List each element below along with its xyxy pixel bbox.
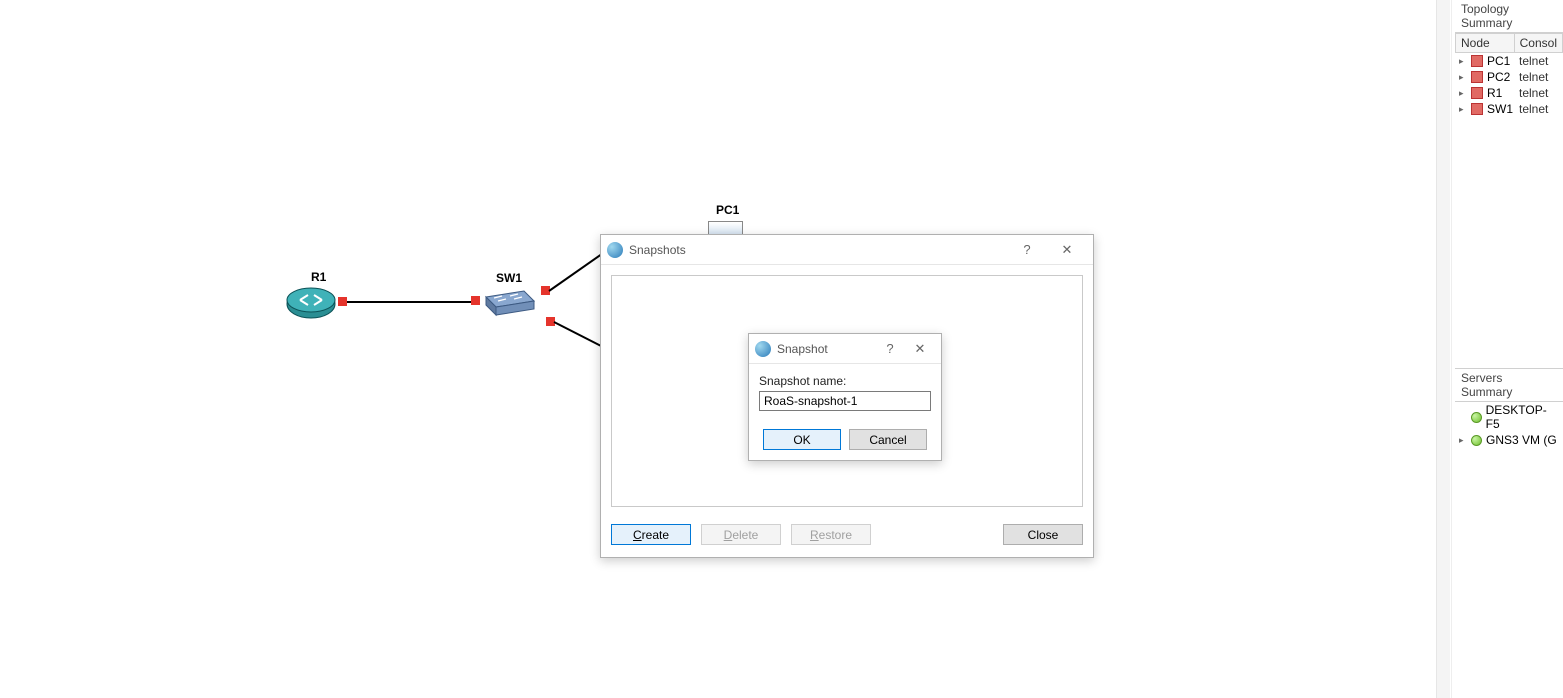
ok-button[interactable]: OK (763, 429, 841, 450)
status-stopped-icon (1471, 55, 1483, 67)
status-stopped-icon (1471, 103, 1483, 115)
expand-icon[interactable]: ▸ (1459, 88, 1467, 99)
close-button[interactable]: Close (1003, 524, 1083, 545)
topology-row[interactable]: ▸ R1 telnet (1455, 85, 1563, 101)
server-row[interactable]: ▸ DESKTOP-F5 (1455, 402, 1563, 432)
topology-row[interactable]: ▸ PC2 telnet (1455, 69, 1563, 85)
port-indicator (471, 296, 480, 305)
cancel-button[interactable]: Cancel (849, 429, 927, 450)
servers-summary-title: Servers Summary (1455, 368, 1563, 402)
link-sw1-pc1[interactable] (548, 253, 602, 291)
topology-summary-title: Topology Summary (1455, 0, 1563, 33)
switch-icon[interactable] (480, 285, 535, 317)
server-name: GNS3 VM (G (1486, 433, 1557, 447)
router-icon[interactable] (286, 286, 336, 318)
status-running-icon (1471, 412, 1482, 423)
status-running-icon (1471, 435, 1482, 446)
status-stopped-icon (1471, 71, 1483, 83)
topology-node-conn: telnet (1519, 86, 1548, 100)
snapshots-title: Snapshots (629, 243, 1007, 257)
server-name: DESKTOP-F5 (1486, 403, 1559, 431)
topology-row[interactable]: ▸ SW1 telnet (1455, 101, 1563, 117)
create-button[interactable]: Create (611, 524, 691, 545)
col-console[interactable]: Consol (1515, 34, 1562, 52)
topology-node-conn: telnet (1519, 70, 1548, 84)
status-stopped-icon (1471, 87, 1483, 99)
expand-icon[interactable]: ▸ (1459, 72, 1467, 83)
scrollbar-vertical[interactable] (1436, 0, 1450, 698)
topology-node-conn: telnet (1519, 54, 1548, 68)
port-indicator (338, 297, 347, 306)
link-r1-sw1[interactable] (347, 301, 471, 303)
snapshots-titlebar[interactable]: Snapshots ? ✕ (601, 235, 1093, 265)
topology-header[interactable]: Node Consol (1455, 33, 1563, 53)
topology-node-name: R1 (1487, 86, 1515, 100)
topology-row[interactable]: ▸ PC1 telnet (1455, 53, 1563, 69)
restore-button: Restore (791, 524, 871, 545)
snapshot-name-titlebar[interactable]: Snapshot ? ✕ (749, 334, 941, 364)
node-label-sw1: SW1 (496, 271, 522, 285)
topology-node-name: PC2 (1487, 70, 1515, 84)
help-button[interactable]: ? (1007, 236, 1047, 264)
topology-summary-panel: Topology Summary Node Consol ▸ PC1 telne… (1455, 0, 1563, 117)
gns3-icon (755, 341, 771, 357)
snapshot-name-label: Snapshot name: (759, 374, 931, 388)
topology-node-name: SW1 (1487, 102, 1515, 116)
snapshot-name-title: Snapshot (777, 342, 875, 356)
delete-button: Delete (701, 524, 781, 545)
servers-summary-panel: Servers Summary ▸ DESKTOP-F5 ▸ GNS3 VM (… (1455, 368, 1563, 448)
close-icon[interactable]: ✕ (1047, 236, 1087, 264)
side-panels: Topology Summary Node Consol ▸ PC1 telne… (1451, 0, 1563, 698)
gns3-icon (607, 242, 623, 258)
server-row[interactable]: ▸ GNS3 VM (G (1455, 432, 1563, 448)
expand-icon[interactable]: ▸ (1459, 56, 1467, 67)
help-button[interactable]: ? (875, 335, 905, 363)
snapshot-name-dialog: Snapshot ? ✕ Snapshot name: OK Cancel (748, 333, 942, 461)
topology-node-name: PC1 (1487, 54, 1515, 68)
topology-node-conn: telnet (1519, 102, 1548, 116)
expand-icon[interactable]: ▸ (1459, 435, 1467, 446)
close-icon[interactable]: ✕ (905, 335, 935, 363)
col-node[interactable]: Node (1456, 34, 1515, 52)
node-label-pc1: PC1 (716, 203, 739, 217)
snapshot-name-input[interactable] (759, 391, 931, 411)
expand-icon[interactable]: ▸ (1459, 104, 1467, 115)
node-label-r1: R1 (311, 270, 326, 284)
